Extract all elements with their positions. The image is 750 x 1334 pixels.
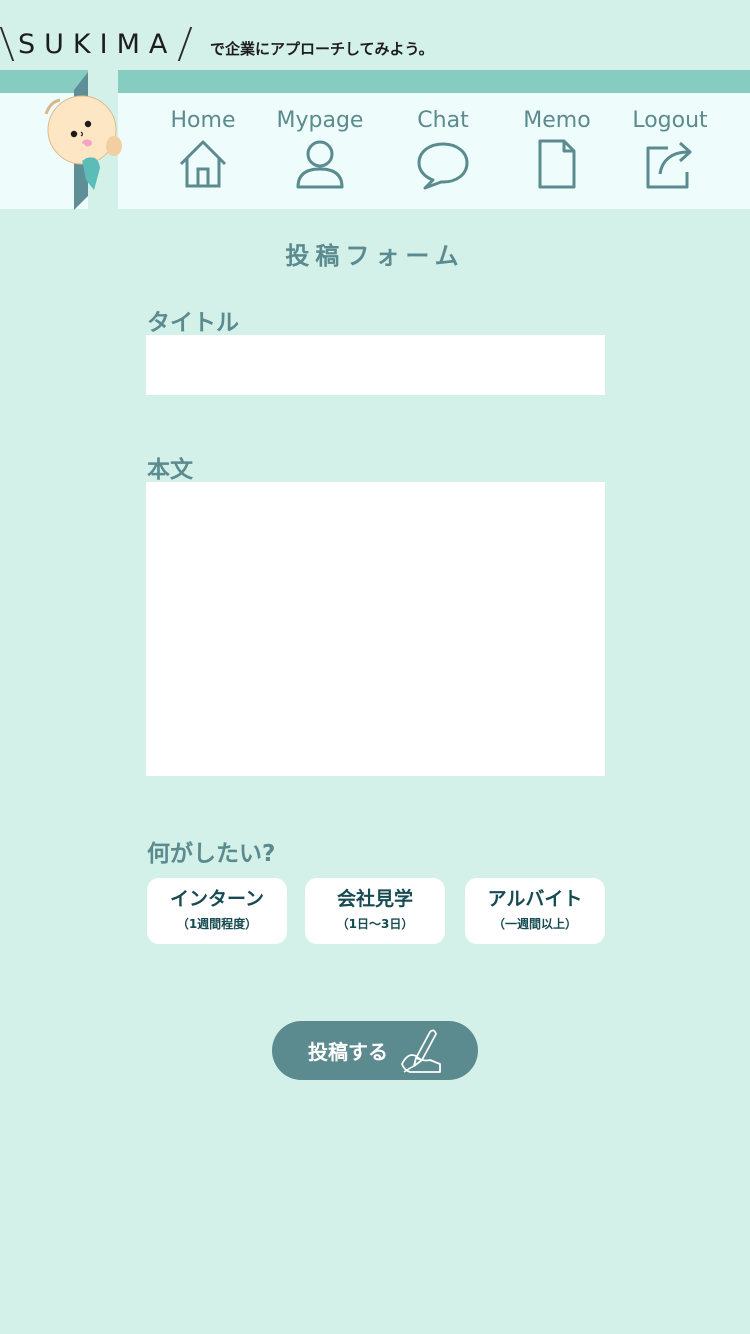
nav-home[interactable]: Home	[153, 108, 253, 190]
option-company-visit-sub: （1日〜3日）	[336, 917, 414, 931]
title-label: タイトル	[147, 310, 239, 336]
document-icon	[538, 139, 576, 189]
nav-memo[interactable]: Memo	[507, 108, 607, 190]
title-input[interactable]	[146, 335, 605, 395]
nav-logout-label: Logout	[632, 108, 708, 133]
nav-mypage-label: Mypage	[276, 108, 364, 133]
option-internship-sub: （1週間程度）	[176, 917, 258, 931]
nav-mypage[interactable]: Mypage	[270, 108, 370, 190]
nav-chat[interactable]: Chat	[393, 108, 493, 190]
logo-text: SUKIMA	[18, 28, 177, 60]
pen-writing-icon	[401, 1029, 441, 1073]
submit-label: 投稿する	[308, 1040, 388, 1064]
nav-chat-label: Chat	[417, 108, 469, 133]
site-logo[interactable]: SUKIMA	[0, 26, 193, 62]
nav-home-label: Home	[170, 108, 236, 133]
nav-memo-label: Memo	[523, 108, 591, 133]
tagline: で企業にアプローチしてみよう。	[210, 40, 434, 58]
nav-logout[interactable]: Logout	[620, 108, 720, 190]
purpose-label: 何がしたい?	[147, 841, 276, 867]
logout-icon	[646, 141, 692, 189]
body-textarea[interactable]	[146, 482, 605, 776]
top-bar: SUKIMA で企業にアプローチしてみよう。	[0, 0, 750, 70]
user-icon	[296, 140, 344, 189]
option-company-visit[interactable]: 会社見学 （1日〜3日）	[305, 878, 445, 944]
chat-bubble-icon	[417, 142, 469, 190]
form-title: 投稿フォーム	[285, 242, 465, 270]
option-internship[interactable]: インターン （1週間程度）	[147, 878, 287, 944]
option-part-time-sub: （一週間以上）	[492, 917, 577, 931]
logo-slash-right	[178, 27, 193, 61]
option-part-time[interactable]: アルバイト （一週間以上）	[465, 878, 605, 944]
home-icon	[179, 140, 227, 188]
option-company-visit-label: 会社見学	[336, 888, 413, 910]
logo-slash-left	[0, 27, 15, 61]
body-label: 本文	[147, 457, 193, 483]
option-internship-label: インターン	[169, 888, 265, 910]
option-part-time-label: アルバイト	[487, 888, 583, 910]
baby-mascot-icon	[44, 72, 122, 210]
submit-post-button[interactable]: 投稿する	[272, 1021, 478, 1080]
